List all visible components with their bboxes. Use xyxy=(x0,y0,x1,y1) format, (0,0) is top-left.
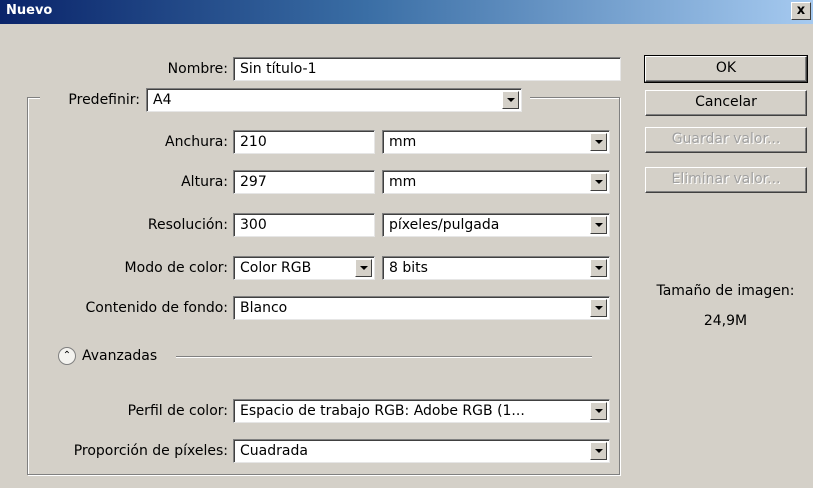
ok-button[interactable]: OK xyxy=(644,55,808,83)
width-unit-select[interactable]: mm xyxy=(382,130,610,154)
chevron-down-icon[interactable] xyxy=(590,442,607,460)
pixel-aspect-select[interactable]: Cuadrada xyxy=(233,439,610,463)
bit-depth-select[interactable]: 8 bits xyxy=(382,256,610,280)
title-bar[interactable]: Nuevo x xyxy=(0,0,813,24)
color-profile-label: Perfil de color: xyxy=(127,403,228,419)
height-input[interactable]: 297 xyxy=(233,170,375,194)
resolution-unit-value: píxeles/pulgada xyxy=(389,217,500,233)
chevron-down-icon[interactable] xyxy=(590,299,607,317)
save-preset-button[interactable]: Guardar valor... xyxy=(645,127,807,153)
chevron-down-icon[interactable] xyxy=(590,259,607,277)
height-unit-select[interactable]: mm xyxy=(382,170,610,194)
window-title: Nuevo xyxy=(6,3,53,18)
resolution-label: Resolución: xyxy=(147,217,228,233)
color-profile-select[interactable]: Espacio de trabajo RGB: Adobe RGB (1... xyxy=(233,399,610,423)
chevron-down-icon[interactable] xyxy=(590,402,607,420)
preset-select[interactable]: A4 xyxy=(146,88,522,112)
background-label: Contenido de fondo: xyxy=(85,300,228,316)
width-label: Anchura: xyxy=(165,134,228,150)
resolution-input[interactable]: 300 xyxy=(233,213,375,237)
collapse-chevron-icon[interactable]: ⌃ xyxy=(58,347,76,365)
chevron-down-icon[interactable] xyxy=(590,173,607,191)
preset-label: Predefinir: xyxy=(68,92,140,108)
image-size-value: 24,9M xyxy=(703,313,748,329)
cancel-button[interactable]: Cancelar xyxy=(645,90,807,116)
height-unit-value: mm xyxy=(389,174,417,190)
background-value: Blanco xyxy=(240,300,288,316)
height-label: Altura: xyxy=(181,174,228,190)
image-size-label: Tamaño de imagen: xyxy=(656,283,795,299)
advanced-divider xyxy=(176,356,592,358)
advanced-label[interactable]: Avanzadas xyxy=(82,344,157,368)
bit-depth-value: 8 bits xyxy=(389,260,428,276)
color-mode-value: Color RGB xyxy=(240,260,312,276)
preset-value: A4 xyxy=(153,92,172,108)
delete-preset-button[interactable]: Eliminar valor... xyxy=(645,167,807,193)
name-label: Nombre: xyxy=(167,61,228,77)
color-profile-value: Espacio de trabajo RGB: Adobe RGB (1... xyxy=(240,403,525,419)
close-button[interactable]: x xyxy=(791,2,811,20)
close-icon: x xyxy=(796,3,806,18)
background-select[interactable]: Blanco xyxy=(233,296,610,320)
resolution-unit-select[interactable]: píxeles/pulgada xyxy=(382,213,610,237)
chevron-down-icon[interactable] xyxy=(590,216,607,234)
name-input[interactable]: Sin título-1 xyxy=(233,57,621,81)
chevron-down-icon[interactable] xyxy=(590,133,607,151)
color-mode-label: Modo de color: xyxy=(124,260,228,276)
chevron-down-icon[interactable] xyxy=(355,259,372,277)
color-mode-select[interactable]: Color RGB xyxy=(233,256,375,280)
chevron-down-icon[interactable] xyxy=(502,91,519,109)
pixel-aspect-value: Cuadrada xyxy=(240,443,308,459)
pixel-aspect-label: Proporción de píxeles: xyxy=(73,443,228,459)
width-input[interactable]: 210 xyxy=(233,130,375,154)
width-unit-value: mm xyxy=(389,134,417,150)
